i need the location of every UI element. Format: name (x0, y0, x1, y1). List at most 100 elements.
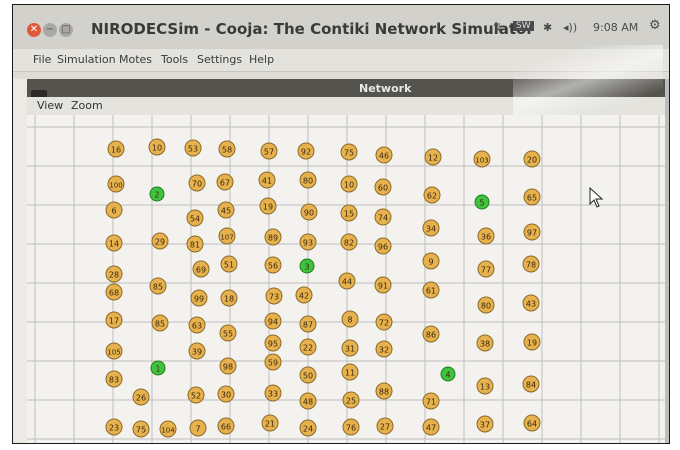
mote[interactable]: 52 (187, 386, 205, 404)
vertical-scrollbar[interactable] (665, 79, 669, 443)
mote[interactable]: 93 (299, 233, 317, 251)
clock[interactable]: 9:08 AM (593, 21, 638, 34)
mote[interactable]: 105 (105, 342, 123, 360)
menu-file[interactable]: File (33, 53, 51, 66)
mote[interactable]: 81 (186, 235, 204, 253)
mote[interactable]: 32 (375, 340, 393, 358)
mote[interactable]: 24 (299, 419, 317, 437)
mote[interactable]: 47 (422, 418, 440, 436)
mote[interactable]: 27 (376, 417, 394, 435)
mote[interactable]: 5 (474, 194, 490, 210)
mote[interactable]: 73 (265, 287, 283, 305)
menu-view[interactable]: View (37, 99, 63, 112)
mote[interactable]: 75 (340, 143, 358, 161)
mote[interactable]: 77 (477, 260, 495, 278)
mote[interactable]: 33 (264, 384, 282, 402)
mote[interactable]: 66 (217, 417, 235, 435)
mote[interactable]: 21 (261, 414, 279, 432)
mote[interactable]: 78 (522, 255, 540, 273)
mote[interactable]: 19 (523, 333, 541, 351)
mote[interactable]: 85 (149, 277, 167, 295)
mote[interactable]: 23 (105, 418, 123, 436)
mote[interactable]: 89 (264, 228, 282, 246)
mote[interactable]: 8 (341, 310, 359, 328)
mote[interactable]: 84 (522, 375, 540, 393)
network-graph[interactable]: 16 10 53 58 57 92 75 46 12 103 20100270 67 41 80 10 606… (27, 115, 667, 444)
mote[interactable]: 86 (422, 325, 440, 343)
mote[interactable]: 90 (300, 203, 318, 221)
mote[interactable]: 72 (375, 313, 393, 331)
mote[interactable]: 88 (375, 382, 393, 400)
mote[interactable]: 48 (299, 392, 317, 410)
mote[interactable]: 80 (299, 171, 317, 189)
mote[interactable]: 55 (219, 324, 237, 342)
mote[interactable]: 44 (338, 272, 356, 290)
mote[interactable]: 46 (375, 146, 393, 164)
mote[interactable]: 37 (476, 415, 494, 433)
bluetooth-icon[interactable]: ✱ (543, 21, 552, 34)
mote[interactable]: 14 (105, 234, 123, 252)
mote[interactable]: 104 (159, 420, 177, 438)
mote[interactable]: 45 (217, 201, 235, 219)
mote[interactable]: 22 (299, 338, 317, 356)
mote[interactable]: 10 (340, 175, 358, 193)
keyboard-layout-icon[interactable]: SW (513, 21, 534, 31)
mote[interactable]: 10 (148, 138, 166, 156)
network-status-icon[interactable]: ⇅ (493, 21, 502, 34)
mote[interactable]: 61 (422, 281, 440, 299)
mote[interactable]: 75 (132, 420, 150, 438)
menu-zoom[interactable]: Zoom (71, 99, 103, 112)
mote[interactable]: 36 (477, 227, 495, 245)
mote[interactable]: 91 (374, 276, 392, 294)
mote[interactable]: 20 (523, 150, 541, 168)
maximize-window-button[interactable]: □ (59, 23, 73, 37)
mote[interactable]: 38 (476, 334, 494, 352)
mote[interactable]: 60 (374, 178, 392, 196)
menu-motes[interactable]: Motes (119, 53, 152, 66)
mote[interactable]: 7 (189, 419, 207, 437)
mote[interactable]: 59 (264, 353, 282, 371)
gear-icon[interactable]: ⚙ (649, 18, 661, 33)
mote[interactable]: 15 (340, 204, 358, 222)
mote[interactable]: 54 (186, 209, 204, 227)
menu-help[interactable]: Help (249, 53, 274, 66)
mote[interactable]: 25 (342, 391, 360, 409)
minimize-window-button[interactable]: − (43, 23, 57, 37)
mote[interactable]: 103 (473, 150, 491, 168)
menu-simulation[interactable]: Simulation (57, 53, 116, 66)
mote[interactable]: 11 (341, 363, 359, 381)
mote[interactable]: 80 (477, 296, 495, 314)
mote[interactable]: 68 (105, 283, 123, 301)
mote[interactable]: 34 (422, 219, 440, 237)
mote[interactable]: 100 (107, 175, 125, 193)
mote[interactable]: 13 (476, 377, 494, 395)
mote[interactable]: 50 (299, 366, 317, 384)
mote[interactable]: 39 (188, 342, 206, 360)
mote[interactable]: 31 (341, 339, 359, 357)
mote[interactable]: 28 (105, 265, 123, 283)
mote[interactable]: 64 (523, 414, 541, 432)
network-canvas[interactable]: 16 10 53 58 57 92 75 46 12 103 20 100 2 70 67 41 80 10 60 6… (27, 115, 667, 444)
menu-settings[interactable]: Settings (197, 53, 242, 66)
mote[interactable]: 71 (422, 392, 440, 410)
mote[interactable]: 51 (220, 255, 238, 273)
menu-tools[interactable]: Tools (161, 53, 188, 66)
mote[interactable]: 83 (105, 370, 123, 388)
mote[interactable]: 42 (295, 286, 313, 304)
mote[interactable]: 98 (219, 357, 237, 375)
mote[interactable]: 96 (374, 237, 392, 255)
mote[interactable]: 99 (190, 289, 208, 307)
mote[interactable]: 97 (523, 223, 541, 241)
mote[interactable]: 76 (342, 418, 360, 436)
mote[interactable]: 62 (423, 186, 441, 204)
close-window-button[interactable]: ✕ (27, 23, 41, 37)
mote[interactable]: 94 (264, 312, 282, 330)
mote[interactable]: 43 (522, 294, 540, 312)
mote[interactable]: 6 (105, 201, 123, 219)
mote[interactable]: 57 (260, 142, 278, 160)
mote[interactable]: 87 (299, 315, 317, 333)
mote[interactable]: 92 (297, 142, 315, 160)
mote[interactable]: 17 (105, 311, 123, 329)
mote[interactable]: 30 (217, 385, 235, 403)
mote[interactable]: 70 (188, 174, 206, 192)
